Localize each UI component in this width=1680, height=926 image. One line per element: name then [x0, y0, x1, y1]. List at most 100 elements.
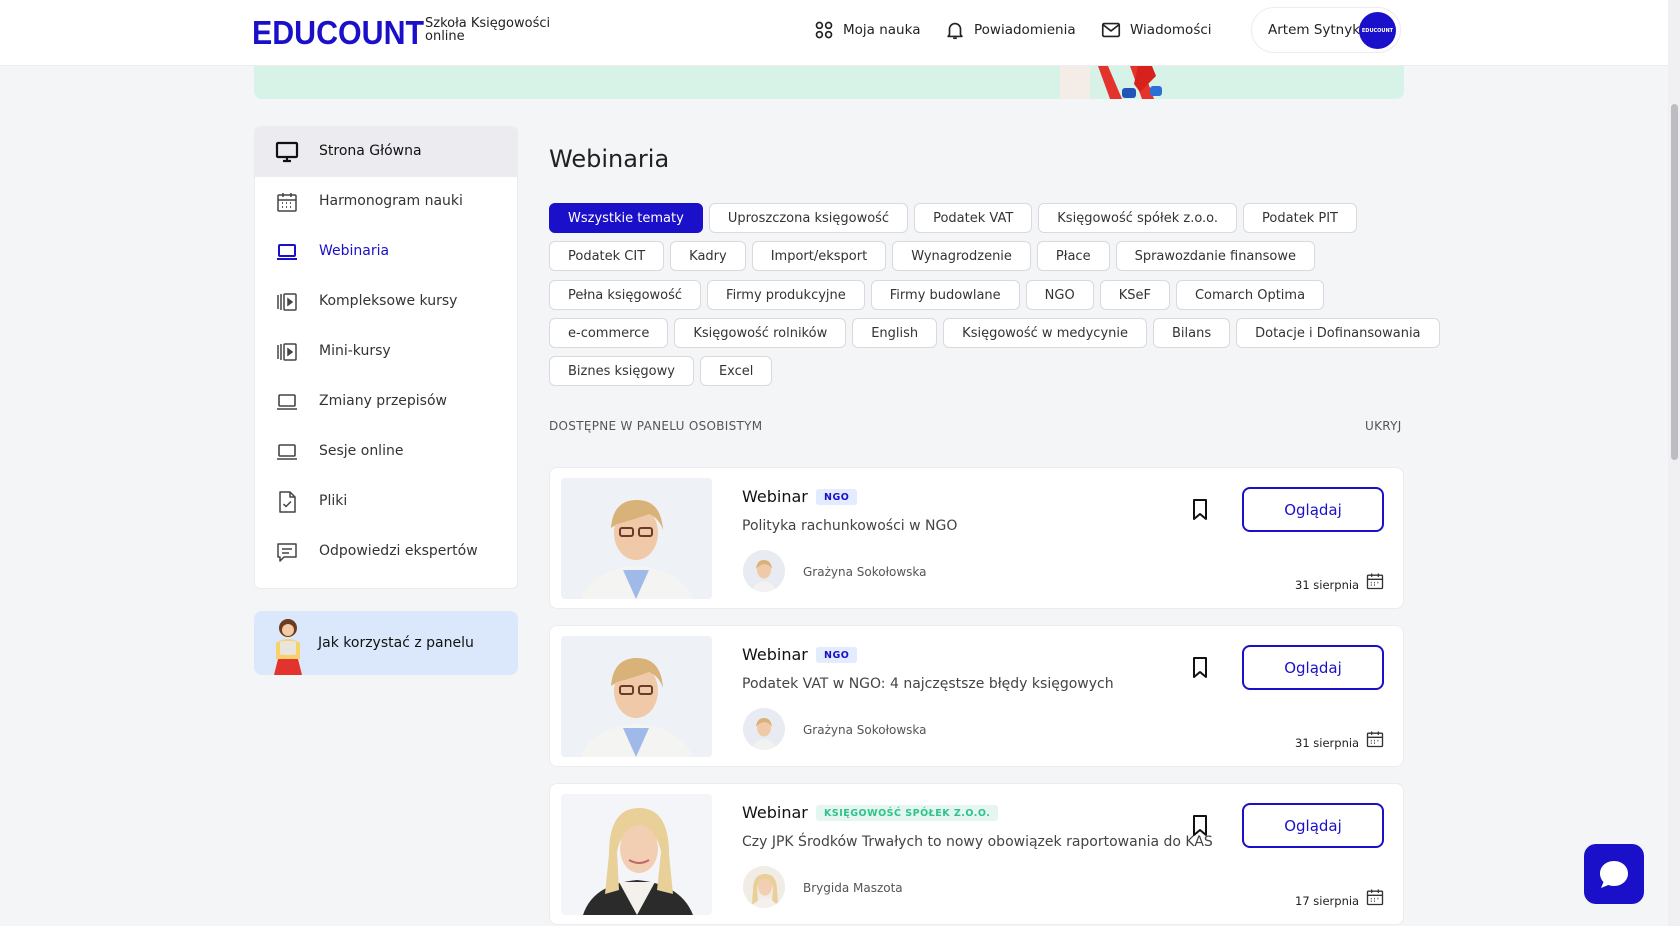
webinar-card[interactable]: Webinar NGO Podatek VAT w NGO: 4 najczęs… — [549, 625, 1404, 767]
chip-topic[interactable]: Księgowość rolników — [674, 318, 847, 348]
chip-topic[interactable]: NGO — [1025, 280, 1094, 310]
file-check-icon — [279, 491, 296, 513]
chip-topic[interactable]: Firmy produkcyjne — [707, 280, 865, 310]
sidebar-item-home[interactable]: Strona Główna — [255, 127, 517, 177]
chip-topic[interactable]: Podatek VAT — [914, 203, 1033, 233]
promo-banner[interactable] — [254, 66, 1404, 99]
card-date: 31 sierpnia — [1295, 736, 1360, 750]
mail-icon — [1101, 22, 1121, 38]
chat-button[interactable] — [1584, 844, 1644, 904]
chip-topic[interactable]: Pełna księgowość — [549, 280, 702, 310]
help-card-label: Jak korzystać z panelu — [318, 635, 474, 651]
chip-topic[interactable]: Księgowość w medycynie — [943, 318, 1147, 348]
sidebar-item-label: Zmiany przepisów — [319, 393, 447, 409]
chip-topic[interactable]: Wynagrodzenie — [892, 241, 1031, 271]
sidebar-item-label: Pliki — [319, 493, 348, 509]
help-card[interactable]: Jak korzystać z panelu — [254, 611, 518, 675]
webinar-card[interactable]: Webinar KSIĘGOWOŚĆ SPÓŁEK Z.O.O. Czy JPK… — [549, 783, 1404, 925]
nav-notifications[interactable]: Powiadomienia — [944, 18, 1076, 42]
sidebar-item-courses[interactable]: Kompleksowe kursy — [255, 277, 517, 327]
monitor-icon — [275, 141, 299, 163]
chip-topic[interactable]: Firmy budowlane — [870, 280, 1020, 310]
chip-topic[interactable]: Dotacje i Dofinansowania — [1236, 318, 1440, 348]
chip-topic[interactable]: Płace — [1036, 241, 1110, 271]
chip-row: Biznes księgowy Excel — [549, 356, 773, 386]
chip-topic[interactable]: Import/eksport — [751, 241, 887, 271]
chip-all-topics[interactable]: Wszystkie tematy — [549, 203, 703, 233]
laptop-icon — [277, 394, 297, 410]
chip-topic[interactable]: Kadry — [670, 241, 746, 271]
sidebar-item-expert-answers[interactable]: Odpowiedzi ekspertów — [255, 527, 517, 577]
card-date: 17 sierpnia — [1295, 894, 1360, 908]
author-avatar — [743, 708, 785, 750]
calendar-icon — [1366, 573, 1384, 590]
scrollbar-thumb[interactable] — [1671, 104, 1678, 460]
nav-messages[interactable]: Wiadomości — [1100, 18, 1212, 42]
chip-topic[interactable]: Comarch Optima — [1175, 280, 1325, 310]
video-library-icon — [277, 293, 297, 311]
card-title[interactable]: Polityka rachunkowości w NGO — [742, 518, 957, 534]
sidebar-item-label: Mini-kursy — [319, 343, 391, 359]
bookmark-icon[interactable] — [1190, 656, 1210, 680]
webinar-thumbnail — [561, 636, 712, 757]
sidebar-item-label: Webinaria — [319, 243, 390, 259]
user-menu[interactable]: Artem Sytnyk EDUCOUNT — [1251, 7, 1401, 53]
chip-row: e-commerce Księgowość rolników English K… — [549, 318, 1440, 348]
chip-row: Pełna księgowość Firmy produkcyjne Firmy… — [549, 280, 1325, 310]
card-title[interactable]: Podatek VAT w NGO: 4 najczęstsze błędy k… — [742, 676, 1114, 692]
webinar-thumbnail — [561, 478, 712, 599]
chip-topic[interactable]: Excel — [699, 356, 773, 386]
watch-button[interactable]: Oglądaj — [1242, 487, 1384, 532]
chip-topic[interactable]: Podatek PIT — [1243, 203, 1357, 233]
page-title: Webinaria — [549, 145, 670, 173]
card-type: Webinar — [742, 487, 808, 506]
help-illustration — [274, 619, 302, 675]
hide-section-button[interactable]: UKRYJ — [1365, 419, 1402, 433]
chat-bubble-icon — [1600, 861, 1628, 888]
sidebar-item-schedule[interactable]: Harmonogram nauki — [255, 177, 517, 227]
sidebar-item-label: Harmonogram nauki — [319, 193, 463, 209]
chip-topic[interactable]: Podatek CIT — [549, 241, 665, 271]
logo[interactable]: EDUCOUNT — [252, 14, 424, 52]
chat-lines-icon — [277, 543, 297, 562]
chip-topic[interactable]: Biznes księgowy — [549, 356, 694, 386]
card-date: 31 sierpnia — [1295, 578, 1360, 592]
sidebar-item-online-sessions[interactable]: Sesje online — [255, 427, 517, 477]
webinar-thumbnail — [561, 794, 712, 915]
card-title[interactable]: Czy JPK Środków Trwałych to nowy obowiąz… — [742, 834, 1213, 850]
chip-topic[interactable]: KSeF — [1099, 280, 1170, 310]
sidebar-item-files[interactable]: Pliki — [255, 477, 517, 527]
laptop-icon — [277, 444, 297, 460]
nav-my-learning[interactable]: Moja nauka — [813, 18, 920, 42]
calendar-icon — [1366, 731, 1384, 748]
author-avatar — [743, 866, 785, 908]
chip-topic[interactable]: e-commerce — [549, 318, 669, 348]
user-name: Artem Sytnyk — [1268, 22, 1361, 38]
chip-topic[interactable]: English — [852, 318, 938, 348]
sidebar-item-webinars[interactable]: Webinaria — [255, 227, 517, 277]
author-name: Brygida Maszota — [803, 881, 903, 895]
chip-topic[interactable]: Uproszczona księgowość — [708, 203, 909, 233]
sidebar-item-mini-courses[interactable]: Mini-kursy — [255, 327, 517, 377]
card-type: Webinar — [742, 645, 808, 664]
nav-notifications-label: Powiadomienia — [974, 22, 1076, 38]
logo-subtitle-line2: online — [425, 29, 465, 44]
watch-button[interactable]: Oglądaj — [1242, 803, 1384, 848]
topic-badge: NGO — [816, 489, 858, 505]
bookmark-icon[interactable] — [1190, 814, 1210, 838]
chip-topic[interactable]: Sprawozdanie finansowe — [1115, 241, 1315, 271]
chip-topic[interactable]: Księgowość spółek z.o.o. — [1038, 203, 1238, 233]
section-heading: DOSTĘPNE W PANELU OSOBISTYM — [549, 419, 763, 433]
chip-topic[interactable]: Bilans — [1153, 318, 1231, 348]
webinar-card[interactable]: Webinar NGO Polityka rachunkowości w NGO… — [549, 467, 1404, 609]
nav-my-learning-label: Moja nauka — [843, 22, 921, 38]
bookmark-icon[interactable] — [1190, 498, 1210, 522]
video-library-icon — [277, 343, 297, 361]
card-type: Webinar — [742, 803, 808, 822]
chip-row: Podatek CIT Kadry Import/eksport Wynagro… — [549, 241, 1315, 271]
author-avatar — [743, 550, 785, 592]
grid-icon — [815, 21, 833, 39]
watch-button[interactable]: Oglądaj — [1242, 645, 1384, 690]
sidebar-item-law-changes[interactable]: Zmiany przepisów — [255, 377, 517, 427]
sidebar-item-label: Strona Główna — [319, 143, 422, 159]
